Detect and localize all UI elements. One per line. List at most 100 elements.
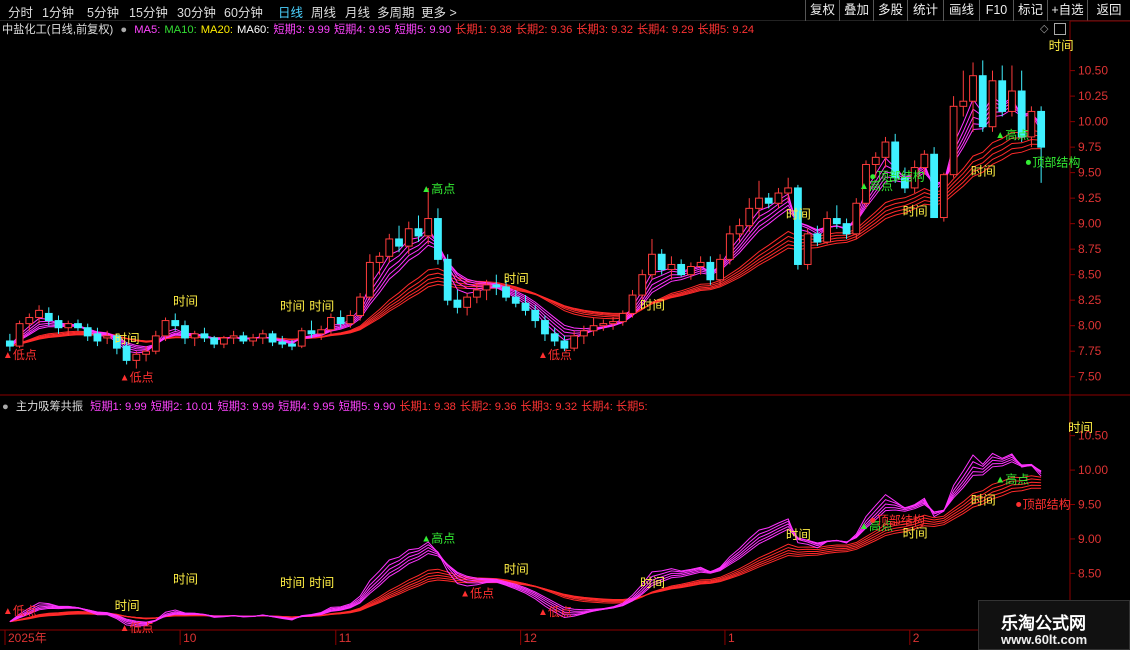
candle-body-55 bbox=[541, 320, 549, 335]
sub-legend-item-5: 长期1: 9.38 bbox=[399, 401, 456, 413]
ma-legend-item-11: 长期5: 9.24 bbox=[697, 24, 755, 36]
sub-settings-icon[interactable]: ● bbox=[2, 401, 9, 413]
sub-top-label-8: 顶部结构 bbox=[1023, 497, 1071, 512]
sub-time-label-9: 时间 bbox=[173, 573, 198, 587]
main-high-label-5: 高点 bbox=[1005, 127, 1029, 142]
candle-body-4 bbox=[44, 312, 53, 322]
main-ytick-1: 10.25 bbox=[1078, 89, 1108, 103]
sub-time-label-13: 时间 bbox=[504, 562, 529, 576]
sub-high-arrow-5: ▲ bbox=[859, 521, 869, 532]
candle-body-80 bbox=[784, 187, 793, 194]
sub-time-label-11: 时间 bbox=[280, 576, 305, 590]
main-chart-legend: 中盐化工(日线,前复权) ● MA5: MA10: MA20: MA60: 短期3: 9… bbox=[2, 21, 762, 37]
candle-body-41 bbox=[404, 228, 413, 247]
chart-expand-icon[interactable] bbox=[1054, 23, 1066, 35]
candle-body-6 bbox=[64, 323, 73, 329]
candle-body-25 bbox=[249, 337, 257, 342]
sub-high-label-4: 高点 bbox=[431, 531, 455, 546]
main-time-label-9: 时间 bbox=[115, 332, 140, 346]
candle-body-12 bbox=[122, 345, 131, 361]
candle-body-100 bbox=[978, 75, 987, 128]
candle-body-51 bbox=[502, 286, 510, 298]
main-top-label-6: 顶部结构 bbox=[877, 169, 925, 184]
main-time-label-13: 时间 bbox=[640, 298, 665, 312]
candle-body-7 bbox=[74, 323, 82, 329]
candle-body-37 bbox=[365, 261, 374, 298]
candle-body-70 bbox=[686, 266, 695, 276]
sub-short-line-4 bbox=[9, 458, 1042, 624]
main-ytick-6: 9.00 bbox=[1078, 217, 1102, 231]
candle-body-26 bbox=[258, 333, 267, 339]
candle-body-27 bbox=[268, 333, 277, 343]
chart-canvas[interactable]: 10.50 10.25 10.00 9.75 9.50 9.25 9.00 8.75 8.50 8… bbox=[0, 0, 1130, 650]
candle-body-30 bbox=[297, 330, 306, 347]
candle-body-67 bbox=[657, 253, 666, 271]
candle-body-68 bbox=[667, 263, 676, 271]
main-low-arrow-2: ▲ bbox=[538, 350, 548, 361]
main-ytick-7: 8.75 bbox=[1078, 242, 1102, 256]
candle-body-89 bbox=[871, 156, 880, 165]
candle-body-84 bbox=[823, 218, 832, 243]
candle-body-2 bbox=[25, 317, 34, 325]
sub-legend-item-8: 长期4: 长期5: bbox=[581, 401, 648, 413]
candle-body-69 bbox=[677, 263, 686, 276]
candle-body-56 bbox=[550, 333, 559, 342]
candle-body-64 bbox=[628, 294, 637, 314]
candle-body-43 bbox=[424, 218, 433, 237]
ma-legend-item-9: 长期3: 9.32 bbox=[576, 24, 633, 36]
sub-ytick-3: 9.00 bbox=[1078, 532, 1102, 546]
main-time-label-8: 时间 bbox=[173, 294, 198, 308]
candle-body-78 bbox=[764, 197, 773, 204]
sub-high-arrow-6: ▲ bbox=[995, 474, 1005, 485]
main-time-label-16: 时间 bbox=[971, 165, 996, 179]
candle-body-50 bbox=[492, 284, 501, 288]
ma-legend-item-5: 短期4: 9.95 bbox=[333, 24, 391, 36]
main-low-label-0: 低点 bbox=[13, 348, 37, 362]
candle-body-1 bbox=[15, 323, 24, 347]
candle-body-99 bbox=[969, 75, 977, 102]
main-high-label-3: 高点 bbox=[431, 181, 455, 196]
candle-body-24 bbox=[239, 335, 248, 342]
sub-legend-item-4: 短期5: 9.90 bbox=[338, 401, 396, 413]
settings-icon[interactable]: ● bbox=[120, 24, 127, 36]
candle-body-36 bbox=[356, 296, 365, 316]
candle-body-85 bbox=[832, 218, 841, 225]
ma-legend-item-10: 长期4: 9.29 bbox=[636, 24, 694, 36]
candle-body-13 bbox=[132, 353, 141, 361]
main-ytick-11: 7.75 bbox=[1078, 344, 1102, 358]
candle-body-96 bbox=[939, 174, 948, 219]
candle-body-28 bbox=[278, 341, 287, 345]
ma-legend-item-3: MA60: bbox=[237, 24, 270, 36]
candle-body-49 bbox=[482, 284, 491, 291]
sub-legend-item-0: 短期1: 9.99 bbox=[90, 401, 147, 413]
candle-body-74 bbox=[725, 233, 734, 260]
diamond-icon[interactable]: ◇ bbox=[1040, 22, 1048, 35]
sub-legend-item-3: 短期4: 9.95 bbox=[278, 401, 335, 413]
sub-legend-item-7: 长期3: 9.32 bbox=[520, 401, 578, 413]
main-ytick-0: 10.50 bbox=[1078, 64, 1108, 78]
candle-body-59 bbox=[579, 330, 588, 337]
candle-body-29 bbox=[288, 343, 296, 347]
ma-legend-item-8: 长期2: 9.36 bbox=[515, 24, 573, 36]
main-ytick-10: 8.00 bbox=[1078, 319, 1102, 333]
candle-body-101 bbox=[988, 80, 997, 128]
main-low-arrow-1: ▲ bbox=[120, 373, 130, 384]
sub-short-line-1 bbox=[9, 452, 1042, 627]
candle-body-103 bbox=[1008, 90, 1016, 112]
sub-time-label-18: 时间 bbox=[1068, 421, 1093, 435]
candle-body-14 bbox=[142, 350, 150, 355]
candle-body-19 bbox=[190, 333, 199, 339]
candle-body-83 bbox=[813, 233, 822, 243]
main-high-arrow-5: ▲ bbox=[995, 130, 1005, 141]
sub-chart-legend: ● 主力吸筹共振 短期1: 9.99 短期2: 10.01 短期3: 9.99 短期4… bbox=[2, 398, 656, 414]
main-top-dot-6 bbox=[870, 174, 876, 180]
sub-long-line-3 bbox=[9, 481, 1042, 623]
candle-body-54 bbox=[531, 309, 540, 322]
ma-legend-item-0: MA5: bbox=[134, 24, 161, 36]
main-time-label-14: 时间 bbox=[786, 208, 811, 222]
ma-legend-item-7: 长期1: 9.38 bbox=[455, 24, 512, 36]
main-high-arrow-4: ▲ bbox=[859, 181, 869, 192]
candle-body-45 bbox=[443, 258, 452, 301]
candle-body-77 bbox=[755, 197, 763, 209]
candle-body-9 bbox=[93, 333, 102, 342]
